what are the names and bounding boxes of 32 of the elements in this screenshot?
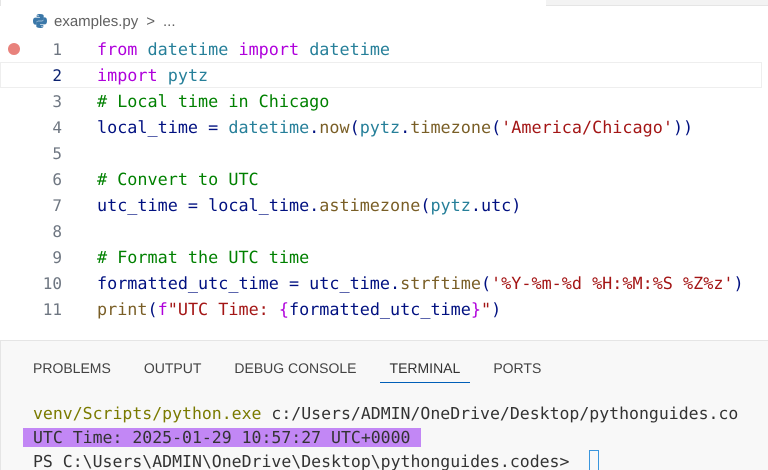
- terminal-line: venv/Scripts/python.exe c:/Users/ADMIN/OneDrive/Desktop/pythonguides.co: [32, 404, 740, 422]
- panel-tab[interactable]: DEBUG CONSOLE: [224, 352, 367, 382]
- code-line: utc_time = local_time.astimezone(pytz.utc): [97, 195, 522, 215]
- line-number: 7: [51, 196, 62, 214]
- line-number: 10: [42, 274, 62, 292]
- line-number: 3: [51, 92, 62, 110]
- code-line: # Format the UTC time: [97, 247, 310, 267]
- code-line: from datetime import datetime: [97, 39, 390, 59]
- terminal-line: PS C:\Users\ADMIN\OneDrive\Desktop\pythonguides.codes>: [32, 452, 570, 470]
- code-line: import pytz: [97, 65, 208, 85]
- line-number: 11: [42, 300, 62, 318]
- breakpoint-dot[interactable]: [8, 43, 20, 55]
- line-number: 9: [51, 248, 62, 266]
- line-number: 4: [51, 118, 62, 136]
- line-number: 2: [51, 66, 62, 84]
- code-line: # Local time in Chicago: [97, 91, 330, 111]
- code-line: print(f"UTC Time: {formatted_utc_time}"): [97, 299, 502, 319]
- panel-tab[interactable]: PROBLEMS: [23, 352, 121, 382]
- line-number: 8: [51, 222, 62, 240]
- code-line: # Convert to UTC: [97, 169, 259, 189]
- code-line: local_time = datetime.now(pytz.timezone('America/Chicago')): [97, 117, 694, 137]
- line-number: 1: [51, 40, 62, 58]
- code-line: formatted_utc_time = utc_time.strftime('%Y-%m-%d %H:%M:%S %Z%z'): [97, 273, 744, 293]
- breadcrumb-separator: >: [146, 12, 155, 30]
- line-number: 6: [51, 170, 62, 188]
- python-file-icon: [32, 13, 48, 29]
- breadcrumb-file[interactable]: examples.py: [54, 12, 138, 30]
- panel-tab[interactable]: TERMINAL: [380, 352, 470, 382]
- line-number: 5: [51, 144, 62, 162]
- panel-tab[interactable]: PORTS: [483, 352, 552, 382]
- breadcrumb-more[interactable]: ...: [162, 12, 176, 30]
- panel-tab[interactable]: OUTPUT: [134, 352, 212, 382]
